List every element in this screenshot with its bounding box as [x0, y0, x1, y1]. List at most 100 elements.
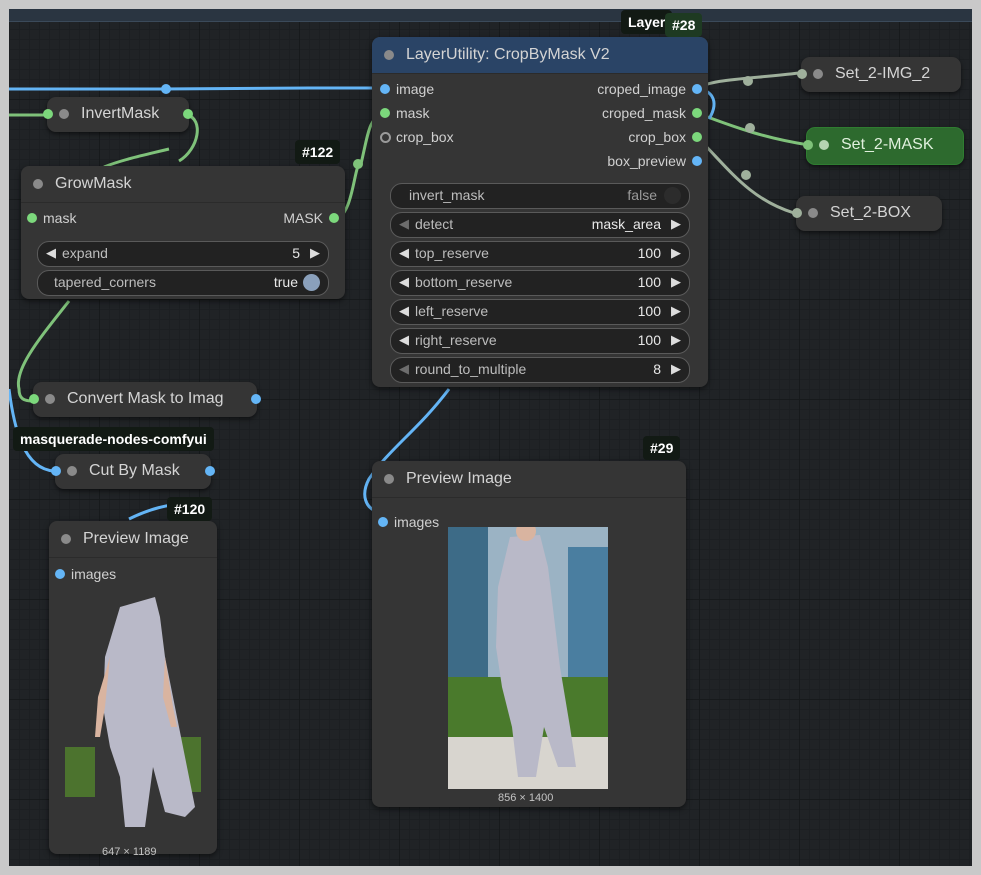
input-port[interactable]: [792, 208, 802, 218]
invert-mask-toggle[interactable]: invert_mask false: [390, 183, 690, 209]
preview-image-node-left[interactable]: Preview Image images 647 × 1189: [49, 521, 217, 858]
next-icon[interactable]: ▶: [671, 216, 681, 232]
node-title-bar[interactable]: Preview Image: [49, 521, 217, 558]
increment-icon[interactable]: ▶: [671, 303, 681, 319]
cropbox-input-port[interactable]: [380, 132, 391, 143]
expand-widget[interactable]: ◀ expand 5 ▶: [37, 241, 329, 267]
widget-label: detect: [415, 216, 454, 232]
node-status-icon: [819, 140, 829, 150]
set-box-node[interactable]: Set_2-BOX: [792, 196, 942, 231]
decrement-icon[interactable]: ◀: [399, 274, 409, 290]
widget-value: 5: [292, 245, 300, 261]
left-reserve-widget[interactable]: ◀ left_reserve 100 ▶: [390, 299, 690, 325]
preview-image-node-mid[interactable]: Preview Image images 856 × 1400: [372, 461, 686, 807]
image-input-port[interactable]: [380, 84, 390, 94]
mask-input-label: mask: [43, 210, 77, 226]
wire-reroute-dot: [353, 159, 363, 169]
images-input-port[interactable]: [55, 569, 65, 579]
widget-label: left_reserve: [415, 303, 489, 319]
node-title: LayerUtility: CropByMask V2: [406, 46, 610, 63]
decrement-icon[interactable]: ◀: [46, 245, 56, 261]
mask-output-port[interactable]: [329, 213, 339, 223]
increment-icon[interactable]: ▶: [310, 245, 320, 261]
growmask-node[interactable]: GrowMask mask MASK ◀ expand 5 ▶ tapered_…: [21, 166, 345, 299]
widget-label: round_to_multiple: [415, 361, 527, 377]
toggle-off-icon[interactable]: [664, 187, 681, 204]
preview-thumbnail[interactable]: [65, 597, 201, 839]
widget-value: false: [627, 187, 657, 203]
cropbymask-node[interactable]: LayerUtility: CropByMask V2 image mask c…: [372, 37, 708, 387]
mask-input-port[interactable]: [27, 213, 37, 223]
right-reserve-widget[interactable]: ◀ right_reserve 100 ▶: [390, 328, 690, 354]
prev-icon[interactable]: ◀: [399, 361, 409, 377]
widget-label: top_reserve: [415, 245, 489, 261]
widget-value: mask_area: [591, 216, 661, 232]
widget-label: expand: [62, 245, 108, 261]
mask-input-port[interactable]: [380, 108, 390, 118]
node-status-icon: [808, 208, 818, 218]
input-port[interactable]: [29, 394, 39, 404]
node-status-icon: [33, 179, 43, 189]
node-title-bar[interactable]: GrowMask: [21, 166, 345, 203]
next-icon[interactable]: ▶: [671, 361, 681, 377]
decrement-icon[interactable]: ◀: [399, 332, 409, 348]
increment-icon[interactable]: ▶: [671, 245, 681, 261]
preview-thumbnail[interactable]: [448, 527, 608, 789]
node-title: Set_2-IMG_2: [835, 65, 931, 82]
increment-icon[interactable]: ▶: [671, 332, 681, 348]
input-port[interactable]: [803, 140, 813, 150]
output-port[interactable]: [251, 394, 261, 404]
widget-value: 100: [637, 245, 661, 261]
wire-image: [9, 86, 384, 91]
node-status-icon: [813, 69, 823, 79]
toggle-on-icon[interactable]: [303, 274, 320, 291]
node-id-badge: #122: [295, 140, 341, 164]
output-label: box_preview: [607, 153, 686, 169]
croped-image-output-port[interactable]: [692, 84, 702, 94]
decrement-icon[interactable]: ◀: [399, 303, 409, 319]
bottom-reserve-widget[interactable]: ◀ bottom_reserve 100 ▶: [390, 270, 690, 296]
input-label: images: [71, 566, 117, 582]
input-port[interactable]: [43, 109, 53, 119]
set-img-node[interactable]: Set_2-IMG_2: [797, 57, 961, 92]
input-label: images: [394, 514, 440, 530]
node-title: Set_2-MASK: [841, 136, 934, 153]
output-label: crop_box: [628, 129, 686, 145]
node-status-icon: [59, 109, 69, 119]
input-port[interactable]: [51, 466, 61, 476]
invertmask-node[interactable]: InvertMask: [43, 97, 193, 132]
increment-icon[interactable]: ▶: [671, 274, 681, 290]
decrement-icon[interactable]: ◀: [399, 245, 409, 261]
node-title-bar[interactable]: Preview Image: [372, 461, 686, 498]
graph-canvas[interactable]: InvertMask GrowMask mask MASK ◀ expand 5…: [9, 9, 972, 866]
detect-combo[interactable]: ◀ detect mask_area ▶: [390, 212, 690, 238]
tapered-corners-toggle[interactable]: tapered_corners true: [37, 270, 329, 296]
cutout-image: [65, 597, 201, 827]
cropped-image: [448, 527, 608, 789]
prev-icon[interactable]: ◀: [399, 216, 409, 232]
set-mask-node[interactable]: Set_2-MASK: [803, 127, 964, 165]
cut-by-mask-node[interactable]: Cut By Mask: [51, 454, 215, 489]
node-title: GrowMask: [55, 175, 132, 192]
input-port[interactable]: [797, 69, 807, 79]
images-input-port[interactable]: [378, 517, 388, 527]
convert-mask-node[interactable]: Convert Mask to Imag: [29, 382, 261, 417]
output-port[interactable]: [205, 466, 215, 476]
round-to-multiple-combo[interactable]: ◀ round_to_multiple 8 ▶: [390, 357, 690, 383]
wire-growmask-up: [103, 147, 170, 169]
node-title: InvertMask: [81, 105, 160, 122]
node-title-bar[interactable]: LayerUtility: CropByMask V2: [372, 37, 708, 74]
box-preview-output-port[interactable]: [692, 156, 702, 166]
output-port[interactable]: [183, 109, 193, 119]
wire-reroute-dot: [161, 84, 171, 94]
node-status-icon: [61, 534, 71, 544]
widget-value: 8: [653, 361, 661, 377]
widget-value: 100: [637, 332, 661, 348]
crop-box-output-port[interactable]: [692, 132, 702, 142]
widget-label: tapered_corners: [54, 274, 156, 290]
croped-mask-output-port[interactable]: [692, 108, 702, 118]
node-title: Convert Mask to Imag: [67, 390, 224, 407]
top-reserve-widget[interactable]: ◀ top_reserve 100 ▶: [390, 241, 690, 267]
node-status-icon: [384, 474, 394, 484]
node-title: Preview Image: [83, 530, 189, 547]
